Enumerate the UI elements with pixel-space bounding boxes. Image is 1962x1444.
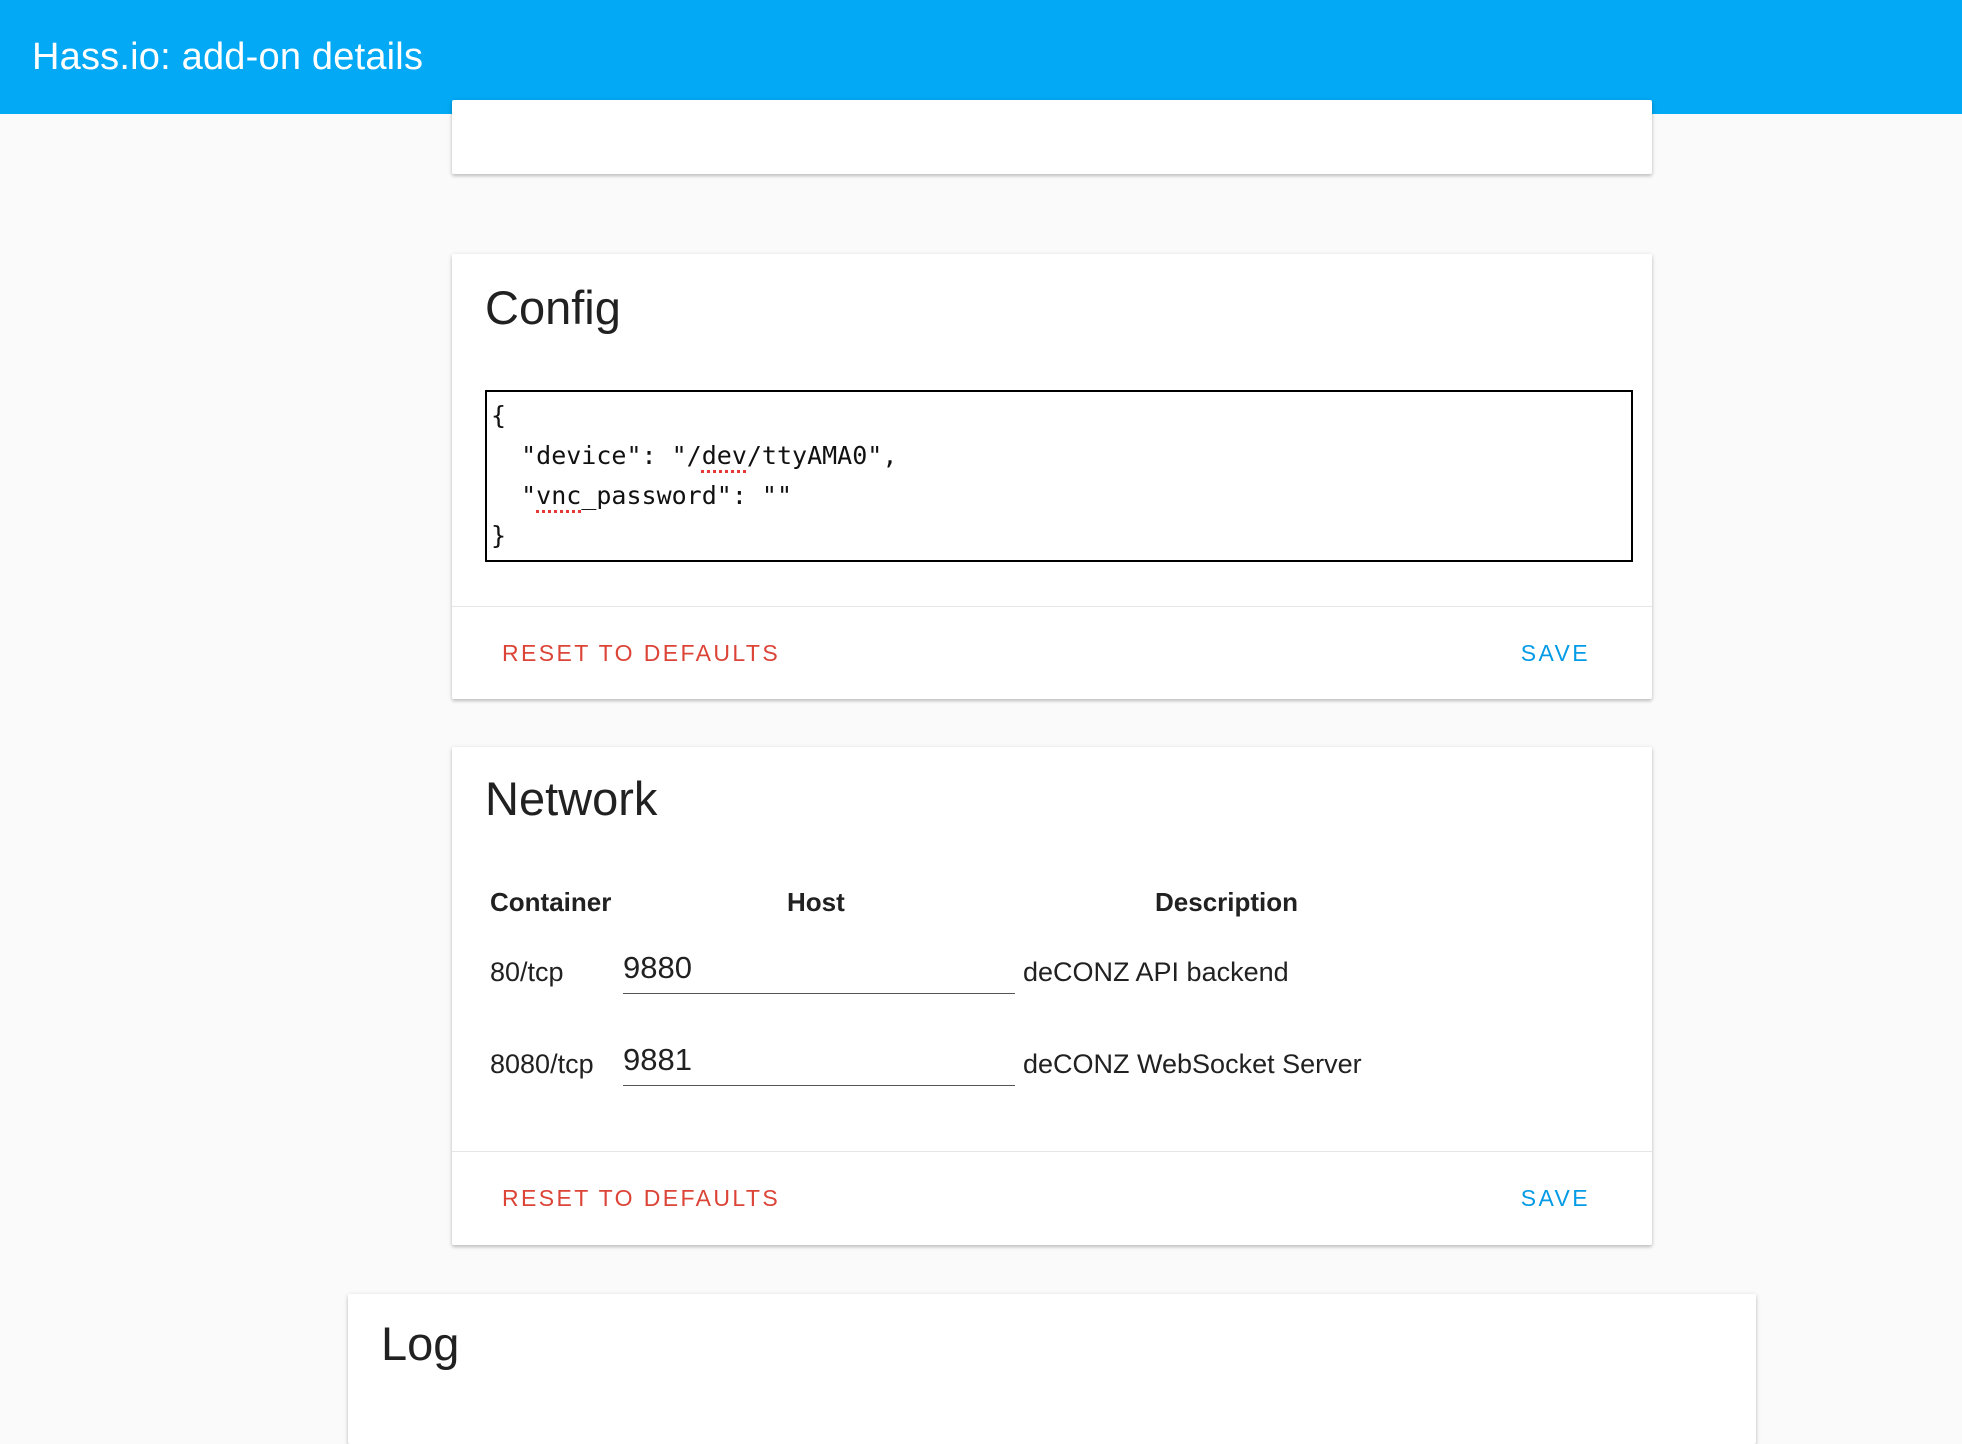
host-port-input[interactable] — [623, 1034, 1015, 1086]
config-line-1: { — [491, 401, 507, 430]
row-container: 80/tcp — [490, 957, 564, 987]
network-card: Network Container Host Description 80/tc… — [452, 747, 1652, 1245]
column-header-host: Host — [787, 887, 845, 917]
column-header-container: Container — [490, 887, 612, 917]
config-title: Config — [485, 281, 621, 334]
config-card: Config { "device": "/dev/ttyAMA0", "vnc_… — [452, 254, 1652, 699]
row-description: deCONZ API backend — [1023, 957, 1289, 987]
network-reset-button[interactable]: RESET TO DEFAULTS — [502, 1152, 780, 1244]
log-card: Log — [348, 1294, 1756, 1444]
network-actions: RESET TO DEFAULTS SAVE — [452, 1151, 1652, 1243]
row-container: 8080/tcp — [490, 1049, 594, 1079]
host-port-input[interactable] — [623, 942, 1015, 994]
row-description: deCONZ WebSocket Server — [1023, 1049, 1362, 1079]
app-header: Hass.io: add-on details — [0, 0, 1962, 114]
config-line-4: } — [491, 521, 507, 550]
previous-card — [452, 100, 1652, 174]
network-title: Network — [485, 772, 658, 825]
config-line-3: "vnc_password": "" — [491, 481, 793, 510]
config-save-button[interactable]: SAVE — [1521, 607, 1590, 699]
page-title: Hass.io: add-on details — [32, 35, 424, 78]
config-reset-button[interactable]: RESET TO DEFAULTS — [502, 607, 780, 699]
column-header-description: Description — [1155, 887, 1299, 917]
config-line-2: "device": "/dev/ttyAMA0", — [491, 441, 898, 470]
config-editor[interactable]: { "device": "/dev/ttyAMA0", "vnc_passwor… — [485, 390, 1633, 562]
log-title: Log — [381, 1317, 460, 1370]
config-actions: RESET TO DEFAULTS SAVE — [452, 606, 1652, 698]
network-save-button[interactable]: SAVE — [1521, 1152, 1590, 1244]
